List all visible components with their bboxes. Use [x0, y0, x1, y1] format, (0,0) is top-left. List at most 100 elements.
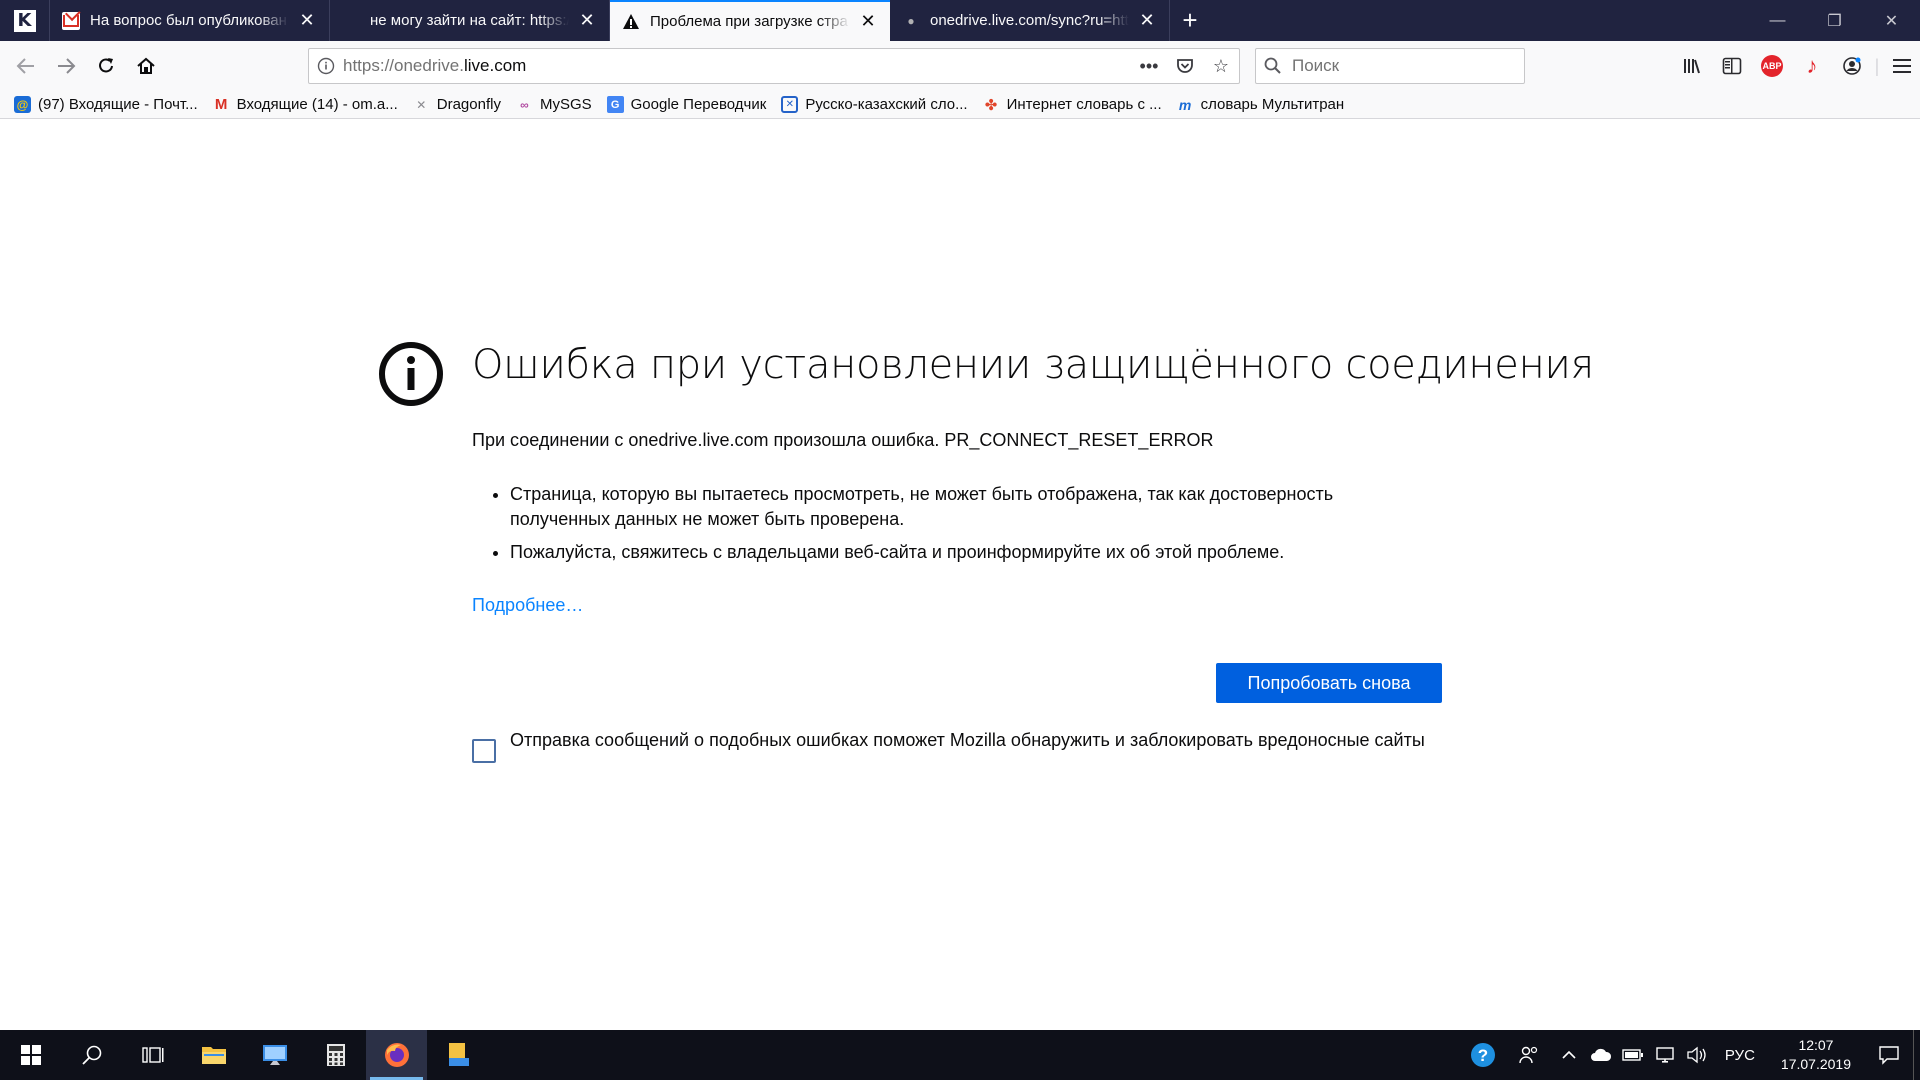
back-button[interactable]	[8, 48, 44, 84]
task-view-icon[interactable]	[122, 1030, 183, 1080]
bookmark-label: Русско-казахский сло...	[805, 96, 968, 113]
windows-taskbar: ? РУС 12:07 17.07.2019	[0, 1030, 1920, 1080]
reload-button[interactable]	[88, 48, 124, 84]
warning-icon	[622, 13, 640, 31]
bookmark-item[interactable]: @ (97) Входящие - Почт...	[14, 96, 198, 113]
notifications-icon[interactable]	[1865, 1030, 1913, 1080]
error-description: При соединении с onedrive.live.com произ…	[472, 430, 1214, 450]
tab-gmail[interactable]: На вопрос был опубликован ✕	[50, 0, 330, 41]
page-actions-icon[interactable]: •••	[1131, 56, 1167, 77]
bookmark-label: Интернет словарь с ...	[1006, 96, 1162, 113]
search-bar[interactable]	[1255, 48, 1525, 84]
error-details-list: Страница, которую вы пытаетесь просмотре…	[492, 482, 1410, 573]
url-bar[interactable]: https://onedrive.live.com ••• ☆	[308, 48, 1240, 84]
report-errors-checkbox[interactable]	[472, 739, 496, 763]
bookmarks-toolbar: @ (97) Входящие - Почт... M Входящие (14…	[0, 91, 1920, 119]
people-icon[interactable]	[1505, 1030, 1553, 1080]
pinwheel-icon: ✤	[984, 96, 998, 114]
mail-at-icon: @	[14, 96, 31, 113]
separator: |	[1874, 55, 1880, 76]
adblock-plus-icon[interactable]: ABP	[1761, 55, 1783, 77]
clock[interactable]: 12:07 17.07.2019	[1767, 1036, 1865, 1074]
chevron-up-icon[interactable]	[1553, 1030, 1585, 1080]
dictionary-icon: ✕	[781, 96, 799, 113]
bookmark-label: словарь Мультитран	[1200, 96, 1345, 113]
app-menu-k-icon[interactable]: K	[0, 0, 50, 41]
window-controls: — ❐ ✕	[1749, 0, 1920, 41]
close-window-icon[interactable]: ✕	[1863, 0, 1920, 41]
remote-desktop-icon[interactable]	[244, 1030, 305, 1080]
tab-title: Проблема при загрузке стра	[650, 13, 848, 30]
search-icon	[1256, 57, 1290, 75]
url-text[interactable]: https://onedrive.live.com	[343, 56, 1131, 76]
bookmark-item[interactable]: ✤ Интернет словарь с ...	[983, 96, 1162, 114]
learn-more-link[interactable]: Подробнее…	[472, 595, 583, 616]
file-explorer-icon[interactable]	[183, 1030, 244, 1080]
tab-connection-error[interactable]: Проблема при загрузке стра ✕	[610, 0, 890, 41]
bookmark-item[interactable]: G Google Переводчик	[606, 96, 767, 113]
bookmark-star-icon[interactable]: ☆	[1203, 56, 1239, 77]
help-icon[interactable]: ?	[1461, 1030, 1505, 1080]
loading-dot-icon: ●	[907, 13, 915, 28]
library-icon[interactable]	[1672, 48, 1712, 84]
svg-text:?: ?	[1478, 1046, 1488, 1065]
search-input[interactable]	[1290, 55, 1514, 77]
tab-onedrive-sync[interactable]: ● onedrive.live.com/sync?ru=http ✕	[890, 0, 1170, 41]
forward-arrow-icon	[58, 58, 76, 74]
error-detail-item: Страница, которую вы пытаетесь просмотре…	[510, 482, 1410, 532]
toolbar-extensions: ABP ♪ |	[1672, 48, 1920, 84]
error-detail-item: Пожалуйста, свяжитесь с владельцами веб-…	[510, 540, 1410, 565]
reload-icon	[99, 58, 113, 73]
tab-microsoft[interactable]: не могу зайти на сайт: https:// ✕	[330, 0, 610, 41]
bookmark-label: (97) Входящие - Почт...	[38, 96, 198, 113]
windows-start-icon[interactable]	[0, 1030, 61, 1080]
battery-icon[interactable]	[1617, 1030, 1649, 1080]
google-translate-icon: G	[606, 96, 624, 113]
bookmark-item[interactable]: ∞ MySGS	[516, 96, 592, 113]
restore-icon[interactable]: ❐	[1806, 0, 1863, 41]
close-icon[interactable]: ✕	[858, 11, 878, 32]
sidebar-icon[interactable]	[1712, 48, 1752, 84]
error-title: Ошибка при установлении защищённого соед…	[472, 342, 1594, 388]
clock-date: 17.07.2019	[1780, 1056, 1851, 1072]
pocket-icon[interactable]	[1167, 56, 1203, 76]
firefox-icon[interactable]	[366, 1030, 427, 1080]
bookmark-label: MySGS	[539, 96, 592, 113]
bookmark-item[interactable]: m словарь Мультитран	[1177, 96, 1345, 113]
new-tab-button[interactable]: +	[1170, 0, 1210, 41]
bookmark-item[interactable]: M Входящие (14) - om.a...	[213, 96, 398, 113]
bookmark-label: Dragonfly	[436, 96, 501, 113]
site-info-icon[interactable]	[309, 57, 343, 75]
minimize-icon[interactable]: —	[1749, 0, 1806, 41]
system-tray: ? РУС 12:07 17.07.2019	[1461, 1030, 1920, 1080]
bookmark-item[interactable]: ✕ Dragonfly	[413, 96, 501, 113]
gmail-icon	[62, 11, 80, 30]
gmail-icon: M	[214, 96, 228, 113]
close-icon[interactable]: ✕	[1137, 10, 1157, 31]
try-again-button[interactable]: Попробовать снова	[1216, 663, 1442, 703]
network-icon[interactable]	[1649, 1030, 1681, 1080]
tab-title: На вопрос был опубликован	[90, 12, 287, 29]
close-icon[interactable]: ✕	[577, 10, 597, 31]
home-icon	[137, 57, 155, 74]
bookmark-label: Входящие (14) - om.a...	[236, 96, 398, 113]
bookmark-label: Google Переводчик	[630, 96, 767, 113]
home-button[interactable]	[128, 48, 164, 84]
error-page: Ошибка при установлении защищённого соед…	[0, 120, 1920, 1030]
input-language[interactable]: РУС	[1713, 1047, 1767, 1064]
notes-app-icon[interactable]	[427, 1030, 488, 1080]
onedrive-cloud-icon[interactable]	[1585, 1030, 1617, 1080]
show-desktop[interactable]	[1913, 1030, 1920, 1080]
volume-icon[interactable]	[1681, 1030, 1713, 1080]
search-icon[interactable]	[61, 1030, 122, 1080]
forward-button[interactable]	[48, 48, 84, 84]
calculator-icon[interactable]	[305, 1030, 366, 1080]
url-host: live.com	[463, 56, 527, 75]
bookmark-item[interactable]: ✕ Русско-казахский сло...	[781, 96, 968, 113]
info-icon	[379, 342, 443, 406]
close-icon[interactable]: ✕	[297, 10, 317, 31]
report-errors-label[interactable]: Отправка сообщений о подобных ошибках по…	[510, 728, 1430, 753]
sync-account-icon[interactable]	[1832, 48, 1872, 84]
menu-hamburger-icon[interactable]	[1882, 48, 1920, 84]
music-note-icon[interactable]: ♪	[1792, 48, 1832, 84]
